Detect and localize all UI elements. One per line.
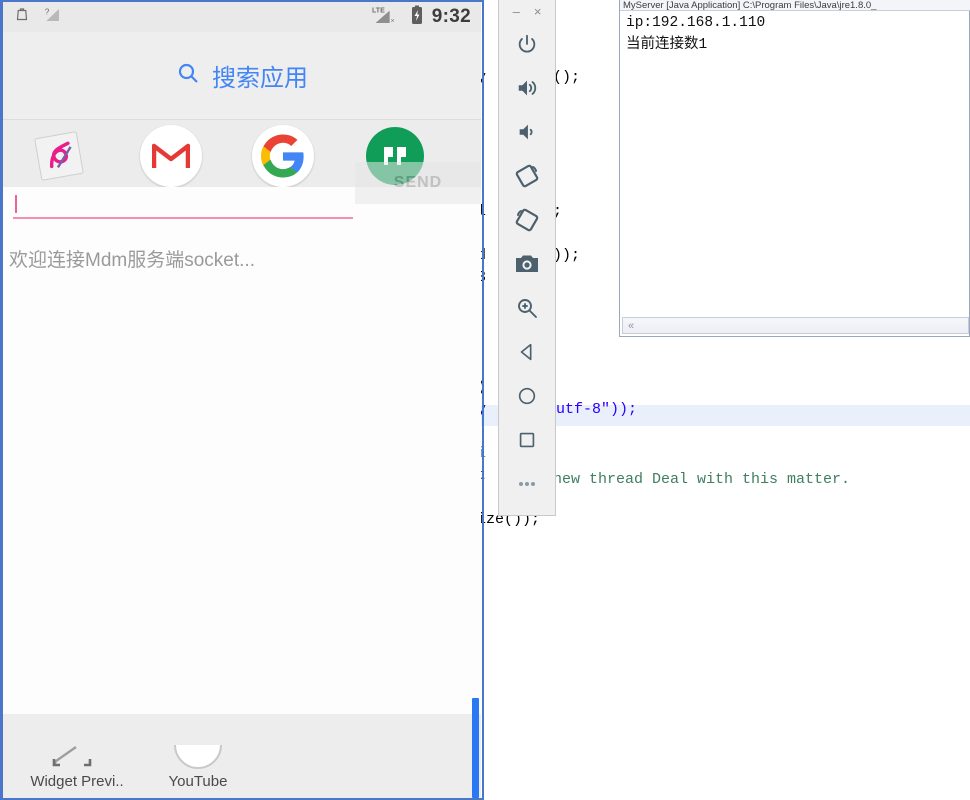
back-icon[interactable] bbox=[498, 330, 556, 374]
console-horizontal-scrollbar[interactable]: « bbox=[622, 317, 969, 334]
minimize-icon[interactable]: – bbox=[513, 5, 520, 18]
console-output[interactable]: ip:192.168.1.110 当前连接数1 bbox=[622, 12, 967, 312]
power-icon[interactable] bbox=[498, 22, 556, 66]
volume-up-icon[interactable] bbox=[498, 66, 556, 110]
zoom-icon[interactable] bbox=[498, 286, 556, 330]
more-icon[interactable] bbox=[498, 462, 556, 506]
eclipse-console-view: MyServer [Java Application] C:\Program F… bbox=[619, 0, 970, 337]
emulator-side-toolbar: – × bbox=[498, 0, 556, 516]
code-comment: /new thread Deal with this matter. bbox=[544, 471, 851, 488]
code-fragment-string: utf-8")); bbox=[556, 401, 638, 418]
emulator-window-controls: – × bbox=[498, 0, 556, 22]
volume-down-icon[interactable] bbox=[498, 110, 556, 154]
android-emulator-window: ? LTE × 9:32 搜索应用 SEND 欢迎连接Mdm服务端socket.… bbox=[0, 0, 484, 800]
close-icon[interactable]: × bbox=[534, 5, 542, 18]
home-icon[interactable] bbox=[498, 374, 556, 418]
console-line: 当前连接数1 bbox=[626, 37, 708, 53]
emulator-frame-border bbox=[0, 0, 484, 800]
screen-root: ay >(); al ); Ad ()); (3 ; () By utf-8")… bbox=[0, 0, 970, 800]
camera-icon[interactable] bbox=[498, 242, 556, 286]
scroll-left-icon[interactable]: « bbox=[623, 318, 639, 333]
rotate-left-icon[interactable] bbox=[498, 154, 556, 198]
console-line: ip:192.168.1.110 bbox=[626, 15, 766, 31]
console-title: MyServer [Java Application] C:\Program F… bbox=[620, 0, 970, 11]
rotate-right-icon[interactable] bbox=[498, 198, 556, 242]
overview-icon[interactable] bbox=[498, 418, 556, 462]
